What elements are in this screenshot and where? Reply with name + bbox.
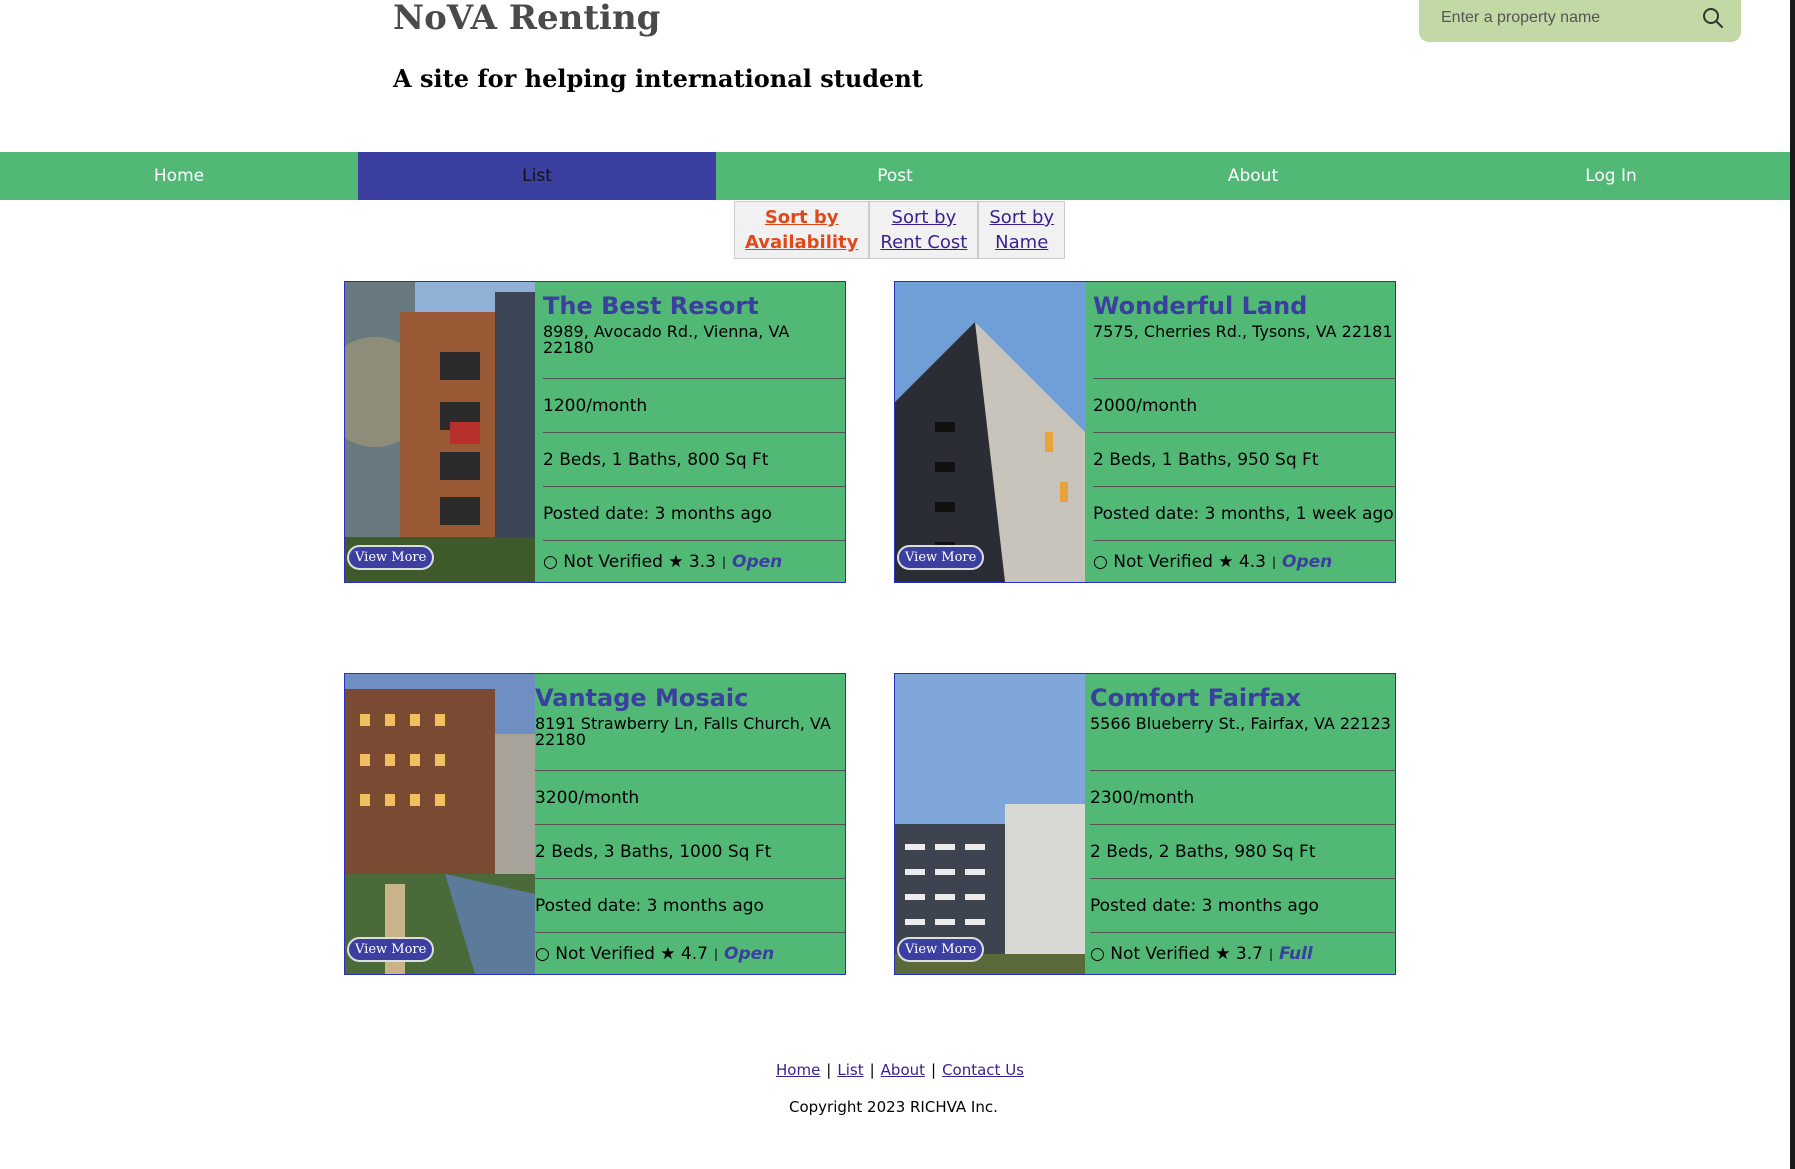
property-address: 8989, Avocado Rd., Vienna, VA 22180 <box>543 322 790 357</box>
view-more-button[interactable]: View More <box>897 937 985 962</box>
posted-date: Posted date: 3 months ago <box>543 487 845 541</box>
availability-status: Open <box>724 943 775 964</box>
rating: ★ 4.3 <box>1218 551 1266 572</box>
sort-by-name-button[interactable]: Sort by Name <box>978 201 1066 259</box>
separator: | <box>1271 554 1277 569</box>
verified-status: ○ Not Verified <box>1090 943 1210 964</box>
sort-label: Name <box>995 232 1049 253</box>
rating: ★ 3.3 <box>668 551 716 572</box>
window-edge <box>1790 0 1795 1169</box>
availability-status: Open <box>732 551 783 572</box>
status-line: ○ Not Verified ★ 3.3 | Open <box>543 541 845 582</box>
search-input[interactable] <box>1439 4 1693 32</box>
verified-status: ○ Not Verified <box>535 943 655 964</box>
listing-card: View More Comfort Fairfax 5566 Blueberry… <box>894 673 1396 975</box>
property-name[interactable]: The Best Resort <box>543 292 845 320</box>
posted-date: Posted date: 3 months ago <box>535 879 845 933</box>
view-more-button[interactable]: View More <box>347 545 435 570</box>
property-rent: 2000/month <box>1093 379 1395 433</box>
property-photo: View More <box>345 674 535 974</box>
footer-separator: | <box>869 1061 875 1079</box>
property-photo: View More <box>895 674 1085 974</box>
sort-label: Availability <box>745 232 859 253</box>
nav-list[interactable]: List <box>358 152 716 200</box>
listing-card: View More Wonderful Land 7575, Cherries … <box>894 281 1396 583</box>
property-rent: 2300/month <box>1090 771 1395 825</box>
sort-by-availability-button[interactable]: Sort by Availability <box>734 201 870 259</box>
rating: ★ 3.7 <box>1215 943 1263 964</box>
sort-label: Sort by <box>764 207 839 228</box>
separator: | <box>721 554 727 569</box>
property-name[interactable]: Wonderful Land <box>1093 292 1395 320</box>
nav-home[interactable]: Home <box>0 152 358 200</box>
property-details: 2 Beds, 1 Baths, 950 Sq Ft <box>1093 433 1395 487</box>
footer-separator: | <box>826 1061 832 1079</box>
footer-links: Home | List | About | Contact Us <box>776 1061 1024 1079</box>
property-details: 2 Beds, 3 Baths, 1000 Sq Ft <box>535 825 845 879</box>
sort-label: Rent Cost <box>880 232 968 253</box>
site-subtitle: A site for helping international student <box>393 64 923 93</box>
status-line: ○ Not Verified ★ 4.7 | Open <box>535 933 845 974</box>
main-nav: Home List Post About Log In <box>0 152 1790 200</box>
footer-link-contact[interactable]: Contact Us <box>942 1061 1024 1079</box>
rating: ★ 4.7 <box>660 943 708 964</box>
footer-separator: | <box>931 1061 937 1079</box>
availability-status: Open <box>1282 551 1333 572</box>
sort-label: Sort by <box>891 207 957 228</box>
property-details: 2 Beds, 1 Baths, 800 Sq Ft <box>543 433 845 487</box>
posted-date: Posted date: 3 months ago <box>1090 879 1395 933</box>
footer-link-list[interactable]: List <box>837 1061 863 1079</box>
property-rent: 1200/month <box>543 379 845 433</box>
footer-link-about[interactable]: About <box>881 1061 925 1079</box>
view-more-button[interactable]: View More <box>897 545 985 570</box>
property-address: 7575, Cherries Rd., Tysons, VA 22181 <box>1093 322 1393 341</box>
property-photo: View More <box>345 282 535 582</box>
verified-status: ○ Not Verified <box>543 551 663 572</box>
property-rent: 3200/month <box>535 771 845 825</box>
property-address: 8191 Strawberry Ln, Falls Church, VA 221… <box>535 714 831 749</box>
nav-post[interactable]: Post <box>716 152 1074 200</box>
availability-status: Full <box>1279 943 1313 964</box>
verified-status: ○ Not Verified <box>1093 551 1213 572</box>
listing-card: View More The Best Resort 8989, Avocado … <box>344 281 846 583</box>
search-icon[interactable] <box>1701 6 1725 30</box>
search-box <box>1419 0 1741 42</box>
view-more-button[interactable]: View More <box>347 937 435 962</box>
status-line: ○ Not Verified ★ 3.7 | Full <box>1090 933 1395 974</box>
copyright: Copyright 2023 RICHVA Inc. <box>789 1098 998 1116</box>
footer-link-home[interactable]: Home <box>776 1061 820 1079</box>
sort-label: Sort by <box>989 207 1055 228</box>
nav-login[interactable]: Log In <box>1432 152 1790 200</box>
separator: | <box>713 946 719 961</box>
property-photo: View More <box>895 282 1085 582</box>
nav-about[interactable]: About <box>1074 152 1432 200</box>
listing-card: View More Vantage Mosaic 8191 Strawberry… <box>344 673 846 975</box>
property-name[interactable]: Comfort Fairfax <box>1090 684 1395 712</box>
property-details: 2 Beds, 2 Baths, 980 Sq Ft <box>1090 825 1395 879</box>
property-address: 5566 Blueberry St., Fairfax, VA 22123 <box>1090 714 1391 733</box>
separator: | <box>1268 946 1274 961</box>
status-line: ○ Not Verified ★ 4.3 | Open <box>1093 541 1395 582</box>
property-name[interactable]: Vantage Mosaic <box>535 684 845 712</box>
sort-bar: Sort by Availability Sort by Rent Cost S… <box>734 201 1066 259</box>
posted-date: Posted date: 3 months, 1 week ago <box>1093 487 1395 541</box>
sort-by-rent-button[interactable]: Sort by Rent Cost <box>869 201 979 259</box>
site-title: NoVA Renting <box>393 0 661 38</box>
